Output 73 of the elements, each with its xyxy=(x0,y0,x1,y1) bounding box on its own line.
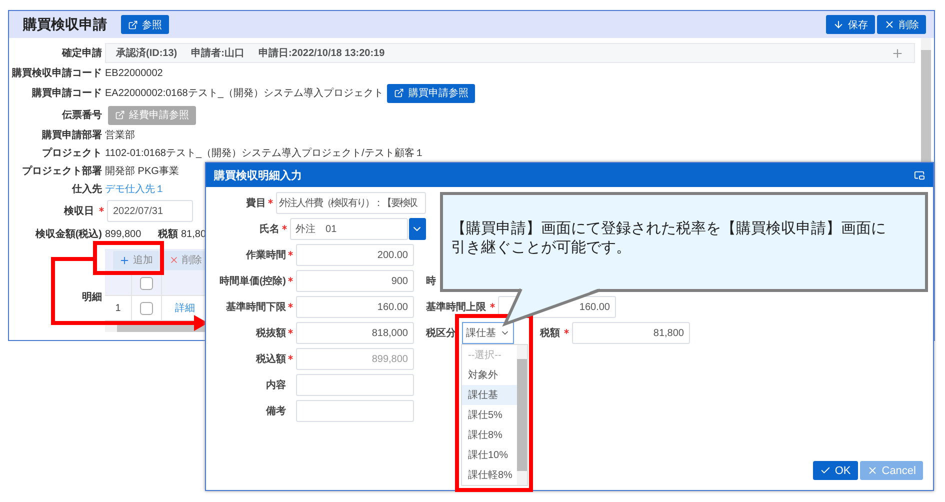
field-label: 税込額 xyxy=(254,352,286,366)
window-icon[interactable] xyxy=(914,170,925,180)
input-field[interactable]: 160.00 xyxy=(296,296,414,318)
field-label: プロジェクト部署 xyxy=(21,164,103,178)
field-label: 備考 xyxy=(264,404,286,418)
field-label: 伝票番号 xyxy=(60,108,103,122)
field-label: プロジェクト xyxy=(41,146,103,160)
input-field[interactable] xyxy=(296,374,414,396)
supplier-link[interactable]: デモ仕入先１ xyxy=(105,182,165,196)
table-cell: 1 xyxy=(105,296,132,320)
checkbox[interactable] xyxy=(140,302,153,314)
input-field[interactable]: 81,800 xyxy=(572,322,690,344)
input-field[interactable]: 200.00 xyxy=(296,244,414,266)
input-field[interactable]: 900 xyxy=(296,270,414,292)
field-label: 氏名 xyxy=(258,222,280,236)
input-field[interactable]: 818,000 xyxy=(296,322,414,344)
field-label: 購買検収申請コード xyxy=(10,66,103,80)
field-label: 購買申請部署 xyxy=(40,128,103,142)
plus-icon xyxy=(891,46,904,60)
external-link-icon xyxy=(115,110,125,120)
field-label: 税額 xyxy=(157,228,179,241)
status-text: 申請日:2022/10/18 13:20:19 xyxy=(258,46,385,60)
status-text: 申請者:山口 xyxy=(191,46,244,60)
field-label: 購買申請コード xyxy=(30,86,103,100)
detail-link[interactable]: 詳細 xyxy=(175,301,195,315)
dropdown-button[interactable] xyxy=(408,218,426,240)
check-icon xyxy=(820,465,831,476)
field-value: 899,800 xyxy=(105,228,142,240)
field-label: 基準時間上限 xyxy=(426,300,486,314)
checkbox[interactable] xyxy=(140,276,153,290)
status-text: 承認済(ID:13) xyxy=(116,46,178,60)
dialog-button[interactable]: OK xyxy=(812,461,858,480)
field-value: 開発部 PKG事業 xyxy=(105,164,179,178)
reference-button[interactable]: 参照 xyxy=(121,15,169,34)
highlight-frame xyxy=(93,241,164,275)
plus-icon xyxy=(119,254,130,266)
arrow-down-icon xyxy=(833,19,844,30)
close-icon xyxy=(169,255,179,265)
field-label: 基準時間下限 xyxy=(225,300,286,314)
field-label: 検収日 xyxy=(62,204,95,218)
scrollbar[interactable] xyxy=(517,345,527,485)
date-field[interactable]: 2022/07/31 xyxy=(107,200,193,222)
input-field[interactable] xyxy=(296,400,414,422)
field-label: 確定申請 xyxy=(60,46,103,60)
field-value: 1102-01:0168テスト_（開発）システム導入プロジェクト/テスト顧客１ xyxy=(105,146,424,160)
reference-button[interactable]: 購買申請参照 xyxy=(387,84,476,102)
input-field[interactable]: 外注 01 xyxy=(290,218,408,240)
field-value: 81,80 xyxy=(181,228,206,240)
dropdown-option[interactable]: 課仕基 xyxy=(462,385,517,405)
field-label: 費目 xyxy=(245,196,266,210)
close-icon xyxy=(866,465,878,476)
field-label: 税額 xyxy=(540,326,560,340)
action-button[interactable]: 削除 xyxy=(877,15,926,34)
field-label: 時 xyxy=(426,274,436,288)
field-label: 内容 xyxy=(265,378,286,392)
action-button[interactable]: 保存 xyxy=(826,15,875,34)
field-value: 営業部 xyxy=(105,128,135,142)
field-value: EB22000002 xyxy=(105,68,163,78)
field-label: 税抜額 xyxy=(254,326,286,340)
field-label: 検収金額(税込) xyxy=(34,228,103,241)
close-icon xyxy=(884,19,895,30)
page-title: 購買検収申請 xyxy=(23,16,107,34)
external-link-icon xyxy=(128,20,138,30)
field-value: EA22000002:0168テスト_（開発）システム導入プロジェクト xyxy=(105,86,384,100)
external-link-icon xyxy=(394,88,404,98)
field-label: 税区分 xyxy=(426,326,456,340)
dialog-title: 購買検収明細入力 xyxy=(214,168,302,182)
select-field[interactable]: 課仕基 xyxy=(462,322,514,344)
field-label: 作業時間 xyxy=(244,248,286,262)
field-label: 仕入先 xyxy=(70,182,103,196)
input-field[interactable]: 外注人件費（検収有り）：【要検収 xyxy=(276,192,426,214)
field-label: 時間単価(控除) xyxy=(218,274,286,288)
field-label: 明細 xyxy=(81,290,103,304)
